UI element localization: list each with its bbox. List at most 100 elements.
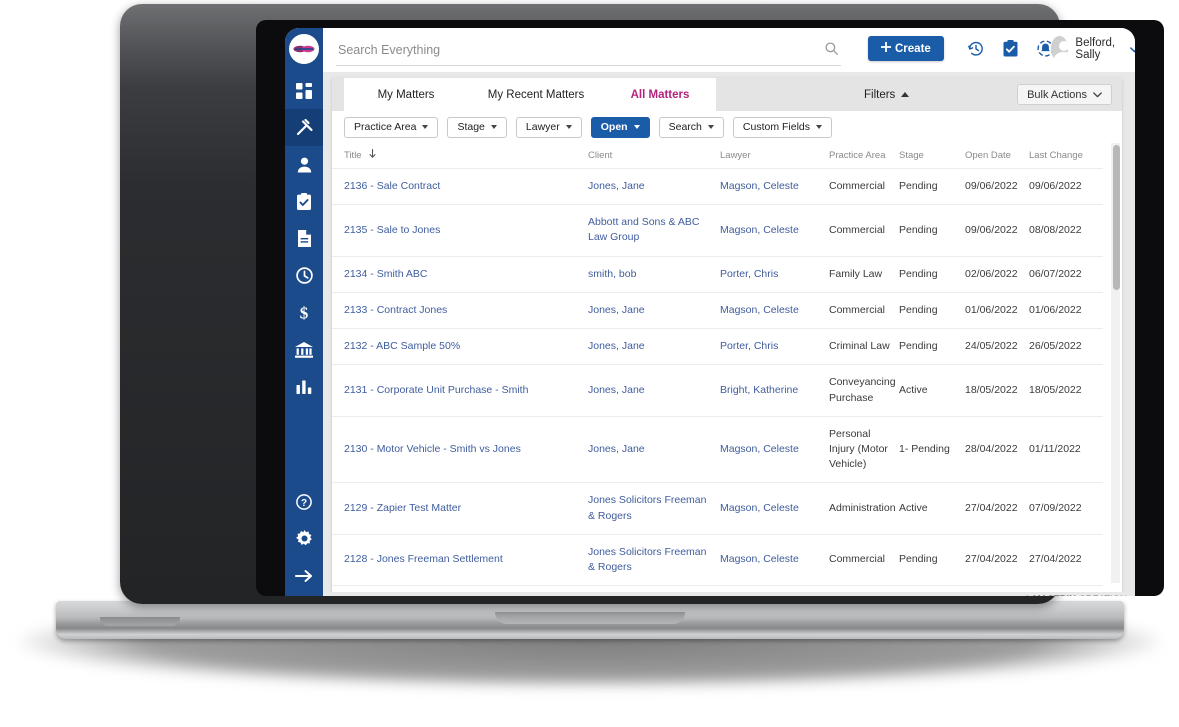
svg-text:$: $ bbox=[300, 304, 309, 322]
tab-my-recent-matters[interactable]: My Recent Matters bbox=[468, 78, 604, 111]
matters-table-container[interactable]: Title Client Lawyer Practice Area Stage bbox=[332, 143, 1122, 596]
cell-title[interactable]: 2136 - Sale Contract bbox=[332, 168, 588, 206]
filters-toggle[interactable]: Filters bbox=[850, 78, 923, 111]
filter-custom-fields[interactable]: Custom Fields bbox=[732, 116, 832, 138]
toolbar-icons bbox=[967, 40, 1054, 62]
sidebar-item-help[interactable]: ? bbox=[285, 483, 323, 520]
sidebar-main-nav: $ bbox=[285, 72, 323, 405]
cell-title[interactable]: 2129 - Zapier Test Matter bbox=[332, 482, 588, 535]
cell-title[interactable]: 2128 - Jones Freeman Settlement bbox=[332, 534, 588, 587]
search-icon[interactable] bbox=[825, 42, 838, 60]
cell-title[interactable]: 2132 - ABC Sample 50% bbox=[332, 328, 588, 366]
cell-stage: Pending bbox=[899, 292, 965, 330]
table-row[interactable]: 2134 - Smith ABC smith, bob Porter, Chris F… bbox=[332, 256, 1103, 293]
sidebar-item-billing[interactable]: $ bbox=[285, 294, 323, 331]
cell-lawyer[interactable]: Magson, Celeste bbox=[720, 534, 829, 587]
table-row[interactable]: 2133 - Contract Jones Jones, Jane Magson, … bbox=[332, 292, 1103, 330]
cell-client[interactable]: Jones, Jane bbox=[588, 168, 720, 206]
global-search[interactable] bbox=[336, 35, 841, 66]
cell-lawyer[interactable]: Magson, Celeste bbox=[720, 482, 829, 535]
sidebar-item-contacts[interactable] bbox=[285, 146, 323, 183]
search-input[interactable] bbox=[336, 42, 800, 58]
sidebar-item-reports[interactable] bbox=[285, 368, 323, 405]
filter-lawyer-label: Lawyer bbox=[525, 121, 560, 133]
column-header-stage[interactable]: Stage bbox=[899, 143, 965, 169]
filter-practice-area-label: Practice Area bbox=[354, 121, 417, 133]
cell-client[interactable]: Jones, Jane bbox=[588, 328, 720, 366]
cell-client[interactable]: smith, bob bbox=[588, 256, 720, 293]
cell-lawyer[interactable]: Porter, Chris bbox=[720, 328, 829, 366]
cell-client[interactable]: Jones, Jane bbox=[588, 292, 720, 330]
caret-down-icon bbox=[565, 125, 572, 129]
column-header-lawyer[interactable]: Lawyer bbox=[720, 143, 829, 169]
sidebar-item-tasks[interactable] bbox=[285, 183, 323, 220]
sidebar-item-documents[interactable] bbox=[285, 220, 323, 257]
caret-down-icon bbox=[633, 125, 640, 129]
tab-my-matters-label: My Matters bbox=[377, 88, 435, 101]
column-header-client[interactable]: Client bbox=[588, 143, 720, 169]
column-header-title[interactable]: Title bbox=[332, 143, 588, 169]
cell-open-date: 18/05/2022 bbox=[965, 364, 1029, 417]
help-circle-icon: ? bbox=[296, 493, 312, 510]
cell-client[interactable]: Jones, Jane bbox=[588, 416, 720, 484]
sidebar-item-settings[interactable] bbox=[285, 520, 323, 557]
history-icon[interactable] bbox=[967, 41, 984, 62]
cell-title[interactable]: 2135 - Sale to Jones bbox=[332, 204, 588, 257]
sidebar-item-logout[interactable] bbox=[285, 557, 323, 594]
column-header-open-date[interactable]: Open Date bbox=[965, 143, 1029, 169]
dollar-icon: $ bbox=[298, 304, 310, 322]
cell-open-date: 09/06/2022 bbox=[965, 168, 1029, 206]
filter-stage[interactable]: Stage bbox=[447, 116, 507, 138]
table-row[interactable]: 2135 - Sale to Jones Abbott and Sons & AB… bbox=[332, 204, 1103, 257]
table-row[interactable]: 2129 - Zapier Test Matter Jones Solicitor… bbox=[332, 482, 1103, 535]
cell-client[interactable]: Jones Solicitors Freeman & Rogers bbox=[588, 482, 720, 535]
user-menu[interactable]: Belford, Sally bbox=[1051, 36, 1135, 61]
filter-lawyer[interactable]: Lawyer bbox=[515, 116, 582, 138]
table-row[interactable]: 2136 - Sale Contract Jones, Jane Magson, C… bbox=[332, 168, 1103, 206]
create-button[interactable]: Create bbox=[868, 36, 944, 61]
cell-lawyer[interactable]: Magson, Celeste bbox=[720, 292, 829, 330]
cell-lawyer[interactable]: Magson, Celeste bbox=[720, 168, 829, 206]
filter-open[interactable]: Open bbox=[590, 116, 650, 138]
filter-practice-area[interactable]: Practice Area bbox=[344, 116, 439, 138]
column-header-practice-area[interactable]: Practice Area bbox=[829, 143, 899, 169]
table-row[interactable]: 2130 - Motor Vehicle - Smith vs Jones Jon… bbox=[332, 416, 1103, 484]
table-row[interactable]: 2131 - Corporate Unit Purchase - Smith Jo… bbox=[332, 364, 1103, 417]
left-sidebar: $ ? bbox=[285, 28, 323, 596]
cell-title[interactable]: 2133 - Contract Jones bbox=[332, 292, 588, 330]
sidebar-item-matters[interactable] bbox=[285, 109, 323, 146]
sidebar-item-trust[interactable] bbox=[285, 331, 323, 368]
cell-title[interactable]: 2131 - Corporate Unit Purchase - Smith bbox=[332, 364, 588, 417]
cell-lawyer[interactable]: Bright, Katherine bbox=[720, 364, 829, 417]
tab-my-matters[interactable]: My Matters bbox=[344, 78, 468, 111]
table-row[interactable]: 2128 - Jones Freeman Settlement Jones Sol… bbox=[332, 534, 1103, 587]
cell-lawyer[interactable]: Porter, Chris bbox=[720, 256, 829, 293]
cell-lawyer[interactable]: Magson, Celeste bbox=[720, 416, 829, 484]
filters-toggle-label: Filters bbox=[864, 88, 896, 101]
tab-all-matters[interactable]: All Matters bbox=[604, 78, 716, 113]
table-scrollbar-thumb[interactable] bbox=[1112, 145, 1120, 290]
task-checklist-icon[interactable] bbox=[1003, 40, 1018, 62]
user-name: Belford, Sally bbox=[1075, 36, 1116, 61]
bar-chart-icon bbox=[296, 379, 312, 394]
cell-client[interactable]: Jones Solicitors Freeman & Rogers bbox=[588, 534, 720, 587]
cell-practice-area: Administration bbox=[829, 482, 899, 535]
sidebar-item-dashboard[interactable] bbox=[285, 72, 323, 109]
bulk-actions-button[interactable]: Bulk Actions bbox=[1017, 84, 1112, 105]
column-header-last-change[interactable]: Last Change bbox=[1029, 143, 1103, 169]
cell-last-change: 27/04/2022 bbox=[1029, 534, 1103, 587]
company-logo[interactable] bbox=[289, 34, 319, 64]
cell-client[interactable]: Abbott and Sons & ABC Law Group bbox=[588, 204, 720, 257]
cell-client[interactable]: Jones, Jane bbox=[588, 364, 720, 417]
cell-title[interactable]: 2130 - Motor Vehicle - Smith vs Jones bbox=[332, 416, 588, 484]
table-row[interactable]: 2132 - ABC Sample 50% Jones, Jane Porter, … bbox=[332, 328, 1103, 366]
top-bar: Create bbox=[323, 28, 1135, 72]
caret-down-icon bbox=[816, 125, 822, 129]
cell-lawyer[interactable]: Magson, Celeste bbox=[720, 204, 829, 257]
chevron-down-icon bbox=[1129, 40, 1135, 58]
sidebar-item-time[interactable] bbox=[285, 257, 323, 294]
filter-search[interactable]: Search bbox=[658, 116, 724, 138]
cell-title[interactable]: 2134 - Smith ABC bbox=[332, 256, 588, 293]
user-accounts-link[interactable]: user accounts bbox=[838, 595, 897, 597]
cell-practice-area: Personal Injury (Motor Vehicle) bbox=[829, 416, 899, 484]
